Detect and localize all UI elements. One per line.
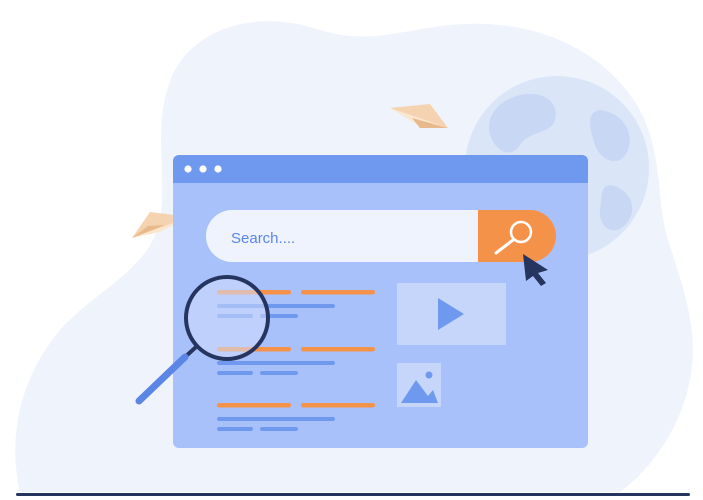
video-thumbnail[interactable] — [397, 283, 506, 345]
search-bar[interactable]: Search.... — [206, 210, 556, 262]
image-thumbnail[interactable] — [397, 363, 441, 407]
search-illustration: Search.... — [15, 21, 693, 496]
ground-line — [16, 493, 690, 496]
search-button[interactable] — [478, 210, 556, 262]
three-dots-icon — [184, 165, 222, 173]
search-placeholder: Search.... — [231, 230, 295, 247]
illustration-stage: Search.... — [0, 0, 703, 500]
